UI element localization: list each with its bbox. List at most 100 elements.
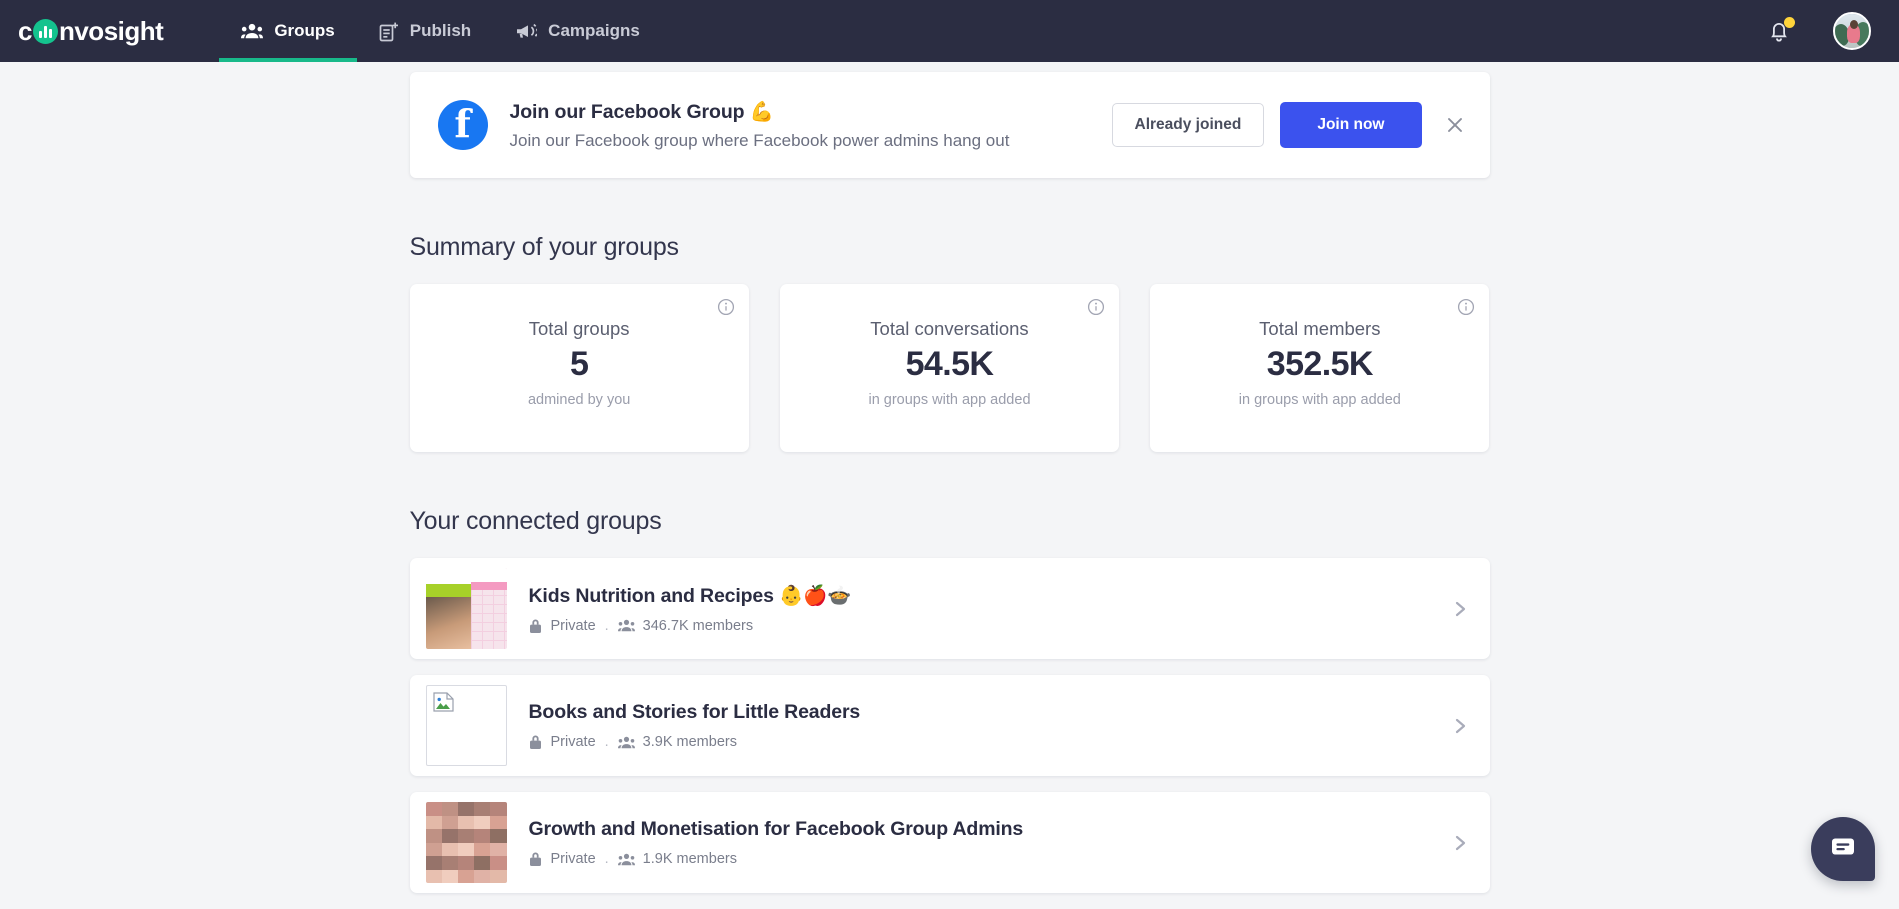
chat-bubble-icon	[1829, 835, 1857, 864]
notifications-button[interactable]	[1767, 17, 1795, 44]
group-row[interactable]: Books and Stories for Little Readers Pri…	[409, 675, 1490, 776]
collage-cell	[474, 842, 491, 856]
collage-cell	[490, 815, 507, 829]
collage-cell	[441, 856, 458, 870]
group-privacy: Private	[550, 851, 596, 867]
card-label: Total groups	[528, 318, 630, 339]
banner-text: Join our Facebook Group 💪 Join our Faceb…	[510, 100, 1112, 151]
summary-card-total-members: Total members 352.5K in groups with app …	[1150, 284, 1490, 452]
collage-cell	[457, 856, 475, 870]
collage-cell	[441, 869, 458, 883]
info-icon[interactable]	[717, 298, 735, 316]
chat-widget-button[interactable]	[1811, 817, 1875, 881]
collage-cell	[457, 869, 475, 883]
card-value: 352.5K	[1266, 345, 1374, 383]
collage-cell	[457, 829, 475, 843]
app-logo[interactable]: c nvosight	[18, 0, 164, 62]
collage-cell	[474, 829, 491, 843]
lock-icon	[529, 734, 542, 750]
group-meta: Private . 3.9K members	[529, 734, 1435, 750]
collage-cell	[490, 829, 507, 843]
collage-cell	[474, 856, 491, 870]
bell-icon	[1767, 23, 1791, 48]
collage-cell	[425, 829, 442, 843]
facebook-group-banner: Join our Facebook Group 💪 Join our Faceb…	[409, 72, 1490, 178]
card-sub: admined by you	[527, 391, 631, 408]
megaphone-icon	[515, 22, 538, 40]
summary-cards: Total groups 5 admined by you Total conv…	[409, 284, 1490, 452]
collage-cell	[474, 815, 491, 829]
nav-links: Groups Publish Campaigns	[219, 0, 662, 62]
summary-card-total-groups: Total groups 5 admined by you	[409, 284, 749, 452]
group-privacy: Private	[550, 617, 596, 634]
already-joined-button[interactable]: Already joined	[1111, 103, 1265, 147]
people-icon	[617, 736, 635, 749]
meta-separator: .	[604, 851, 609, 867]
collage-cell	[490, 802, 507, 816]
people-icon	[241, 23, 264, 39]
avatar[interactable]	[1833, 12, 1871, 50]
group-meta: Private . 1.9K members	[529, 851, 1435, 867]
group-name: Kids Nutrition and Recipes 👶🍎🍲	[528, 584, 852, 607]
document-plus-icon	[379, 21, 399, 42]
card-value: 5	[570, 345, 589, 383]
close-icon[interactable]	[1442, 112, 1468, 138]
collage-cell	[457, 815, 475, 829]
collage-cell	[425, 856, 442, 870]
logo-text-after: nvosight	[58, 15, 164, 46]
banner-title: Join our Facebook Group 💪	[509, 100, 775, 123]
card-label: Total members	[1259, 318, 1381, 339]
collage-cell	[441, 842, 458, 856]
summary-heading: Summary of your groups	[409, 233, 680, 261]
group-info: Kids Nutrition and Recipes 👶🍎🍲 Private .	[529, 584, 1435, 634]
nav-item-publish[interactable]: Publish	[357, 0, 493, 62]
people-icon	[617, 853, 635, 866]
collage-cell	[441, 815, 458, 829]
lock-icon	[529, 851, 542, 867]
page-body: Join our Facebook Group 💪 Join our Faceb…	[0, 62, 1899, 909]
group-row[interactable]: Kids Nutrition and Recipes 👶🍎🍲 Private .	[409, 558, 1490, 659]
content-container: Join our Facebook Group 💪 Join our Faceb…	[409, 62, 1490, 893]
banner-subtitle: Join our Facebook group where Facebook p…	[509, 130, 1010, 150]
join-now-button[interactable]: Join now	[1280, 102, 1422, 148]
info-icon[interactable]	[1457, 298, 1475, 316]
card-sub: in groups with app added	[868, 391, 1031, 408]
group-thumbnail	[425, 802, 507, 883]
collage-cell	[490, 842, 507, 856]
card-label: Total conversations	[870, 318, 1029, 339]
nav-item-groups[interactable]: Groups	[219, 0, 358, 62]
connected-groups-heading: Your connected groups	[409, 507, 662, 535]
people-icon	[617, 619, 635, 632]
facebook-icon	[437, 100, 488, 150]
collage-cell	[490, 856, 507, 870]
collage-cell	[425, 842, 442, 856]
group-members: 3.9K members	[642, 734, 737, 750]
group-privacy: Private	[550, 734, 596, 750]
group-name: Books and Stories for Little Readers	[528, 701, 861, 723]
collage-cell	[441, 802, 458, 816]
collage-cell	[441, 829, 458, 843]
chevron-right-icon[interactable]	[1453, 714, 1468, 738]
group-name: Growth and Monetisation for Facebook Gro…	[528, 818, 1024, 840]
nav-item-campaigns[interactable]: Campaigns	[493, 0, 662, 62]
top-navbar: c nvosight Groups Publish Campaigns	[0, 0, 1899, 62]
nav-label-groups: Groups	[274, 21, 335, 40]
meta-separator: .	[604, 617, 609, 634]
group-thumbnail	[425, 568, 507, 649]
group-info: Books and Stories for Little Readers Pri…	[529, 701, 1435, 750]
group-members: 346.7K members	[642, 617, 754, 634]
card-value: 54.5K	[905, 345, 994, 383]
connected-groups-list: Kids Nutrition and Recipes 👶🍎🍲 Private .	[409, 558, 1490, 893]
chevron-right-icon[interactable]	[1453, 831, 1468, 855]
nav-label-publish: Publish	[409, 21, 472, 40]
group-row[interactable]: Growth and Monetisation for Facebook Gro…	[409, 792, 1490, 893]
collage-cell	[457, 842, 475, 856]
info-icon[interactable]	[1087, 298, 1105, 316]
collage-cell	[457, 802, 475, 816]
group-members: 1.9K members	[642, 851, 737, 867]
group-info: Growth and Monetisation for Facebook Gro…	[529, 818, 1435, 867]
lock-icon	[529, 618, 542, 634]
collage-cell	[425, 869, 442, 883]
chevron-right-icon[interactable]	[1453, 597, 1468, 621]
collage-cell	[474, 802, 491, 816]
